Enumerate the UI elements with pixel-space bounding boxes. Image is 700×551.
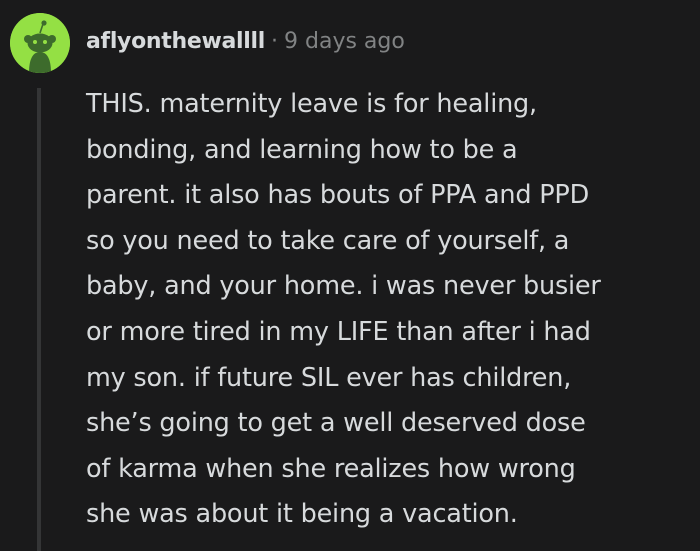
avatar[interactable] [10,13,70,73]
comment: aflyonthewallll · 9 days ago THIS. materni… [0,0,700,551]
comment-body-line: bonding, and learning how to be a [86,134,518,165]
comment-body-line: of karma when she realizes how wrong [86,453,576,484]
username-link[interactable]: aflyonthewallll [86,29,265,54]
snoo-avatar-icon [10,13,70,73]
comment-body-line: baby, and your home. i was never busier [86,271,601,302]
comment-meta: aflyonthewallll · 9 days ago [86,26,405,58]
meta-separator: · [271,29,279,54]
thread-collapse-line[interactable] [37,88,41,551]
comment-body-line: or more tired in my LIFE than after i ha… [86,316,591,347]
comment-body: THIS. maternity leave is for healing, bo… [86,82,686,538]
comment-body-line: she’s going to get a well deserved dose [86,408,586,439]
comment-body-line: my son. if future SIL ever has children, [86,362,572,393]
comment-body-line: she was about it being a vacation. [86,499,518,530]
comment-body-line: so you need to take care of yourself, a [86,225,570,256]
timestamp[interactable]: 9 days ago [284,29,405,54]
comment-body-line: parent. it also has bouts of PPA and PPD [86,180,590,211]
comment-body-line: THIS. maternity leave is for healing, [86,89,537,119]
